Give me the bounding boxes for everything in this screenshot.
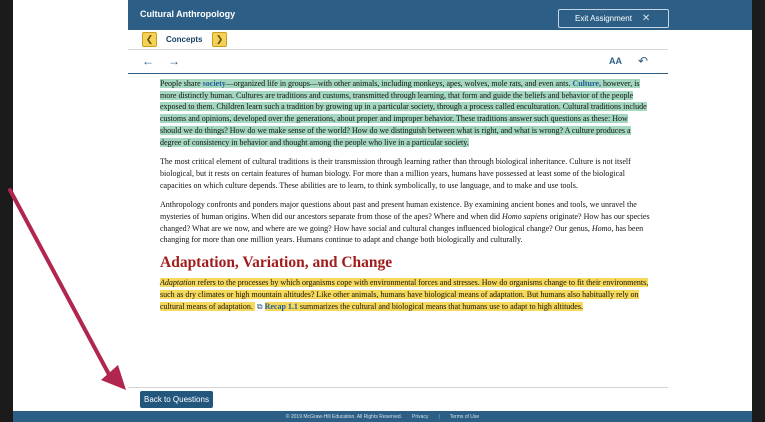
privacy-link[interactable]: Privacy [412,414,428,420]
outer-left-margin [13,0,128,422]
arrow-right-icon[interactable]: → [168,54,180,68]
arrow-left-icon[interactable]: ← [142,54,154,68]
p3-italic-2: Homo, [591,223,614,233]
p1-text-1: People share [160,79,203,88]
society-link[interactable]: society [202,79,226,88]
app-title: Cultural Anthropology [140,9,236,19]
p1-text-3: however, is more distinctly human. Cultu… [160,79,647,147]
reading-pane: People share society—organized life in g… [128,74,668,387]
recap-link[interactable]: Recap 1.1 [264,301,298,311]
left-bezel [0,0,13,422]
exit-assignment-button[interactable]: Exit Assignment ✕ [558,9,669,28]
chevron-right-icon[interactable]: ❯ [212,32,227,47]
terms-link[interactable]: Terms of Use [450,414,479,420]
p4-text-2: summarizes the cultural and biological m… [297,301,583,311]
culture-link[interactable]: Culture, [572,79,601,88]
right-bezel [752,0,765,422]
paragraph-4: Adaptation refers to the processes by wh… [160,277,650,312]
section-heading: Adaptation, Variation, and Change [160,254,393,272]
paragraph-3: Anthropology confronts and ponders major… [160,199,650,246]
exit-assignment-label: Exit Assignment [575,14,632,23]
reading-content: People share society—organized life in g… [160,78,650,320]
copyright: © 2019 McGraw-Hill Education. All Rights… [285,413,403,420]
p3-italic-1: Homo sapiens [502,212,548,222]
back-to-questions-button[interactable]: Back to Questions [140,391,213,408]
return-icon[interactable]: ↶ [638,54,648,68]
text-size-button[interactable]: AA [609,56,622,66]
close-icon: ✕ [641,13,651,24]
outer-right-margin [668,0,752,422]
footer-separator: | [438,413,440,420]
recap-icon[interactable]: ⧉ [255,302,265,311]
p1-text-2: —organized life in groups—with other ani… [225,79,573,88]
footer: © 2019 McGraw-Hill Education. All Rights… [13,411,752,422]
concepts-nav-bar: ❮ Concepts ❯ [128,30,668,50]
top-bar: Cultural Anthropology Exit Assignment ✕ [128,0,752,30]
reader-toolbar: ← → AA ↶ [128,50,668,74]
paragraph-1: People share society—organized life in g… [160,78,650,148]
concepts-label[interactable]: Concepts [166,35,202,44]
paragraph-2: The most critical element of cultural tr… [160,157,631,190]
chevron-left-icon[interactable]: ❮ [142,32,157,47]
bottom-bar: Back to Questions [128,387,668,411]
p4-italic-adaptation: Adaptation [160,278,196,288]
